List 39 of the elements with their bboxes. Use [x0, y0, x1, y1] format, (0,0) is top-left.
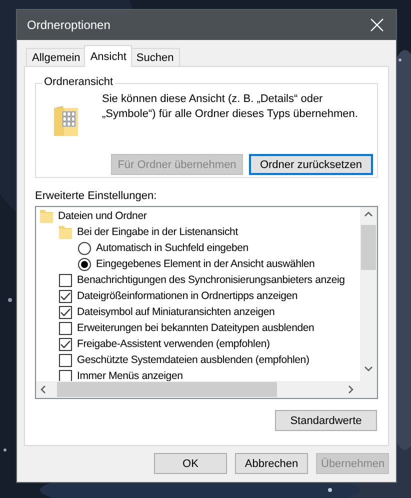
option-label: Geschützte Systemdateien ausblenden (empfohlen) — [77, 354, 310, 366]
description-text: Sie können diese Ansicht (z. B. „Details“ oder „Symbole“) für alle Ordner dieses Typs übernehmen. — [102, 92, 359, 122]
folder-label: Bei der Eingabe in der Listenansicht — [77, 226, 238, 238]
dialog-button[interactable]: OK — [154, 453, 227, 474]
tab[interactable]: Allgemein — [26, 48, 86, 67]
option-label: Freigabe-Assistent verwenden (empfohlen) — [77, 338, 270, 350]
checkbox[interactable] — [59, 306, 72, 318]
checkbox[interactable] — [59, 370, 72, 381]
section-label: Erweiterte Einstellungen: — [35, 190, 158, 202]
option-label: Dateisymbol auf Miniaturansichten anzeigen — [77, 306, 275, 318]
option-label: Immer Menüs anzeigen — [77, 370, 183, 381]
option-label: Automatisch in Suchfeld eingeben — [96, 242, 248, 254]
option-label: Erweiterungen bei bekannten Dateitypen ausblenden — [77, 322, 314, 334]
dialog-button[interactable]: Abbrechen — [235, 453, 308, 474]
scroll-thumb[interactable] — [57, 382, 277, 397]
folder-label: Dateien und Ordner — [58, 210, 147, 222]
close-button[interactable] — [370, 18, 384, 32]
radio-button[interactable] — [78, 242, 91, 254]
checkbox[interactable] — [59, 322, 72, 334]
radio-button[interactable] — [78, 258, 91, 270]
scroll-down-icon[interactable] — [364, 365, 373, 374]
checkbox[interactable] — [59, 274, 72, 286]
group-title: Ordneransicht — [42, 76, 116, 88]
folder-icon — [59, 225, 72, 239]
option-label: Eingegebenes Element in der Ansicht auswählen — [96, 258, 315, 270]
defaults-button[interactable]: Standardwerte — [275, 410, 377, 431]
checkbox[interactable] — [59, 354, 72, 366]
option-label: Dateigrößeinformationen in Ordnertipps anzeigen — [77, 290, 298, 302]
scroll-thumb[interactable] — [361, 225, 376, 270]
folder-view-icon — [54, 106, 78, 136]
checkbox[interactable] — [59, 290, 72, 302]
tab[interactable]: Ansicht — [84, 45, 132, 67]
folder-icon — [40, 209, 53, 223]
checkbox[interactable] — [59, 338, 72, 350]
reset-folders-button[interactable]: Ordner zurücksetzen — [249, 154, 373, 175]
option-label: Benachrichtigungen des Synchronisierungsanbieters anzeig — [77, 274, 345, 286]
window-title: Ordneroptionen — [27, 18, 110, 32]
tab[interactable]: Suchen — [130, 48, 180, 67]
scroll-right-icon[interactable] — [347, 385, 356, 394]
